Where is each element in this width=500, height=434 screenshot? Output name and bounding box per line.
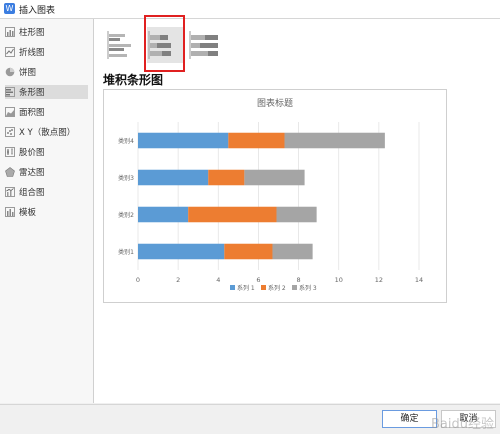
sidebar-item-area[interactable]: 面积图 — [5, 105, 88, 119]
bar-segment — [188, 206, 277, 223]
sidebar-item-column[interactable]: 柱形图 — [5, 25, 88, 39]
scatter-chart-icon — [5, 127, 15, 137]
sidebar-item-radar[interactable]: 雷达图 — [5, 165, 88, 179]
x-tick-label: 14 — [415, 276, 423, 284]
sidebar-item-label: 饼图 — [19, 68, 37, 78]
stock-chart-icon — [5, 147, 15, 157]
sidebar-item-stock[interactable]: 股价图 — [5, 145, 88, 159]
combo-chart-icon — [5, 187, 15, 197]
bar-chart-icon — [5, 87, 15, 97]
sidebar-item-pie[interactable]: 饼图 — [5, 65, 88, 79]
percent-stacked-bar-icon[interactable] — [188, 27, 224, 63]
app-icon: W — [4, 3, 15, 14]
sidebar-item-combo[interactable]: 组合图 — [5, 185, 88, 199]
x-tick-label: 4 — [216, 276, 220, 284]
x-tick-label: 0 — [136, 276, 140, 284]
ok-button[interactable]: 确定 — [382, 410, 437, 428]
legend-label: 系列 1 — [237, 284, 255, 292]
x-tick-label: 12 — [375, 276, 383, 284]
clustered-bar-icon[interactable] — [106, 27, 142, 63]
legend-swatch — [230, 285, 235, 290]
sidebar-item-label: 股价图 — [19, 148, 45, 158]
watermark: Baidu经验 — [431, 417, 494, 432]
line-chart-icon — [5, 47, 15, 57]
chart-type-sidebar: 柱形图 折线图 饼图 条形图 面积图 X Y（散点图） 股价图 雷达图 组合图 … — [0, 19, 94, 403]
sidebar-item-label: 组合图 — [19, 188, 45, 198]
bar-segment — [138, 206, 189, 223]
chart-preview: 图表标题 类别1 类别2 类别3 类别4 0 2 4 6 8 10 12 14 系列 1 系列 2 系列… — [103, 89, 447, 303]
sidebar-item-label: 面积图 — [19, 108, 45, 118]
bar-segment — [284, 132, 385, 149]
bar-segment — [272, 243, 313, 260]
bar-segment — [224, 243, 273, 260]
window-title: 插入图表 — [19, 6, 56, 16]
sidebar-item-label: 条形图 — [19, 88, 45, 98]
legend-label: 系列 2 — [268, 284, 286, 292]
legend-swatch — [261, 285, 266, 290]
bar-segment — [208, 169, 245, 186]
sidebar-item-line[interactable]: 折线图 — [5, 45, 88, 59]
bar-segment — [228, 132, 285, 149]
sidebar-item-bar[interactable]: 条形图 — [5, 85, 88, 99]
bar-segment — [276, 206, 317, 223]
sidebar-item-label: 模板 — [19, 208, 37, 218]
area-chart-icon — [5, 107, 15, 117]
bar-segment — [138, 132, 229, 149]
template-icon — [5, 207, 15, 217]
radar-chart-icon — [5, 167, 15, 177]
legend-label: 系列 3 — [299, 284, 317, 292]
column-chart-icon — [5, 27, 15, 37]
bar-segment — [138, 169, 209, 186]
category-label: 类别2 — [118, 211, 134, 219]
sidebar-item-label: 雷达图 — [19, 168, 45, 178]
category-label: 类别3 — [118, 174, 134, 182]
title-bar: W 插入图表 — [0, 0, 500, 19]
dialog-footer: 确定 取消 Baidu经验 — [0, 404, 500, 434]
sidebar-item-label: 柱形图 — [19, 28, 45, 38]
x-tick-label: 2 — [176, 276, 180, 284]
bar-segment — [138, 243, 225, 260]
stacked-bar-icon[interactable] — [147, 27, 183, 63]
sidebar-item-scatter[interactable]: X Y（散点图） — [5, 125, 88, 139]
x-tick-label: 6 — [256, 276, 260, 284]
chart-title: 图表标题 — [257, 97, 293, 109]
x-tick-label: 8 — [297, 276, 301, 284]
main-panel: 堆积条形图 图表标题 类别1 类别2 类别3 类别4 0 2 4 6 8 10 12 14 系列 1… — [94, 15, 500, 403]
sidebar-item-template[interactable]: 模板 — [5, 205, 88, 219]
bar-segment — [244, 169, 305, 186]
sidebar-item-label: X Y（散点图） — [19, 128, 76, 138]
pie-chart-icon — [5, 67, 15, 77]
stacked-bar-chart: 图表标题 类别1 类别2 类别3 类别4 0 2 4 6 8 10 12 14 系列 1 系列 2 系列… — [118, 97, 423, 292]
category-label: 类别1 — [118, 248, 134, 256]
sidebar-item-label: 折线图 — [19, 48, 45, 58]
x-tick-label: 10 — [335, 276, 343, 284]
legend-swatch — [292, 285, 297, 290]
category-label: 类别4 — [118, 137, 134, 145]
chart-type-heading: 堆积条形图 — [103, 73, 164, 87]
